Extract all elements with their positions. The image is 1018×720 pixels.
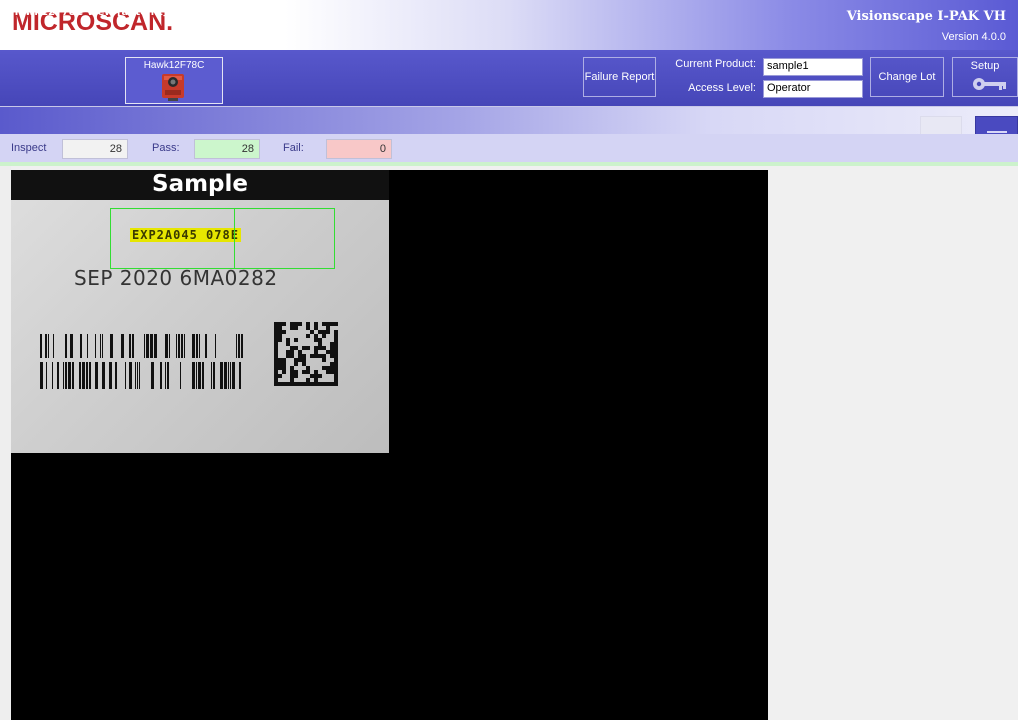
ocr-roi-box[interactable] [110, 208, 335, 269]
pass-count: 28 [194, 139, 260, 159]
version-text: Version 4.0.0 [941, 31, 1006, 43]
barcode-graphic [40, 334, 243, 389]
pass-label: Pass: [152, 142, 180, 154]
current-product-field[interactable]: sample1 [763, 58, 863, 76]
toolbar: Hawk12F78C Failure Report Current Produc… [0, 50, 1018, 107]
camera-icon [162, 74, 184, 101]
failure-report-button[interactable]: Failure Report [583, 57, 656, 97]
view-left-strip [0, 166, 11, 720]
setup-label: Setup [970, 60, 1000, 72]
fail-count: 0 [326, 139, 392, 159]
access-level-label: Access Level: [688, 82, 756, 94]
ocr-roi-divider [234, 208, 235, 269]
view-header [0, 107, 1018, 134]
view-title: Hawk12F78C View [auto fit] [10, 7, 168, 18]
current-product-label: Current Product: [675, 58, 756, 70]
change-lot-button[interactable]: Change Lot [870, 57, 944, 97]
printed-date-line: SEP 2020 6MA0282 [74, 266, 278, 290]
inspect-count: 28 [62, 139, 128, 159]
image-banner: Sample [11, 170, 389, 200]
datamatrix-graphic [274, 322, 338, 386]
key-icon [973, 78, 1006, 90]
camera-select-button[interactable]: Hawk12F78C [125, 57, 223, 104]
setup-button[interactable]: Setup [952, 57, 1018, 97]
camera-name-label: Hawk12F78C [143, 60, 205, 71]
product-name: Visionscape I-PAK VH [846, 9, 1006, 24]
access-level-field[interactable]: Operator [763, 80, 863, 98]
fail-label: Fail: [283, 142, 304, 154]
inspect-label: Inspect [11, 142, 47, 154]
